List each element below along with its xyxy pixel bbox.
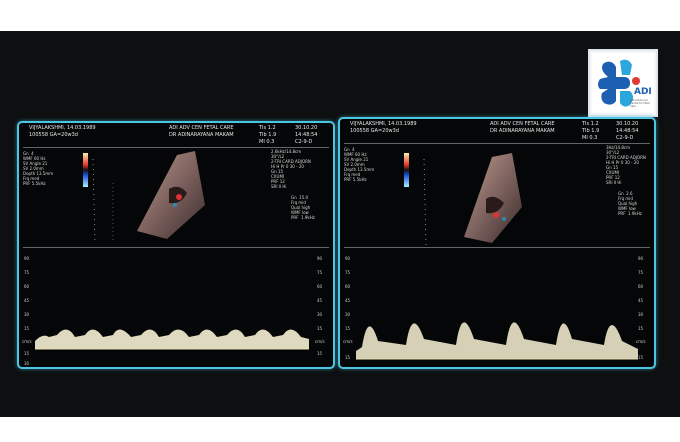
ultrasound-image-left	[35, 151, 309, 350]
logo-text: ADI	[634, 87, 652, 97]
clinic-logo: ADI ADI Advanced Centre for Fetal Care	[588, 49, 658, 117]
logo-subtext: ADI Advanced Centre for Fetal Care	[630, 99, 650, 108]
doppler-waveform	[35, 329, 309, 349]
ultrasound-panel-left: VIJYALAKSHMI, 14.03.1989 100558 GA=20w3d…	[17, 121, 335, 369]
ultrasound-image-right	[356, 153, 638, 360]
ultrasound-panel-right: VIJYALAKSHMI, 14.03.1989 100558 GA=20w3d…	[338, 117, 656, 369]
doppler-waveform	[356, 322, 638, 359]
color-scale-bar	[404, 153, 409, 187]
display-frame: ADI ADI Advanced Centre for Fetal Care V…	[0, 31, 680, 417]
color-scale-bar	[83, 153, 88, 187]
